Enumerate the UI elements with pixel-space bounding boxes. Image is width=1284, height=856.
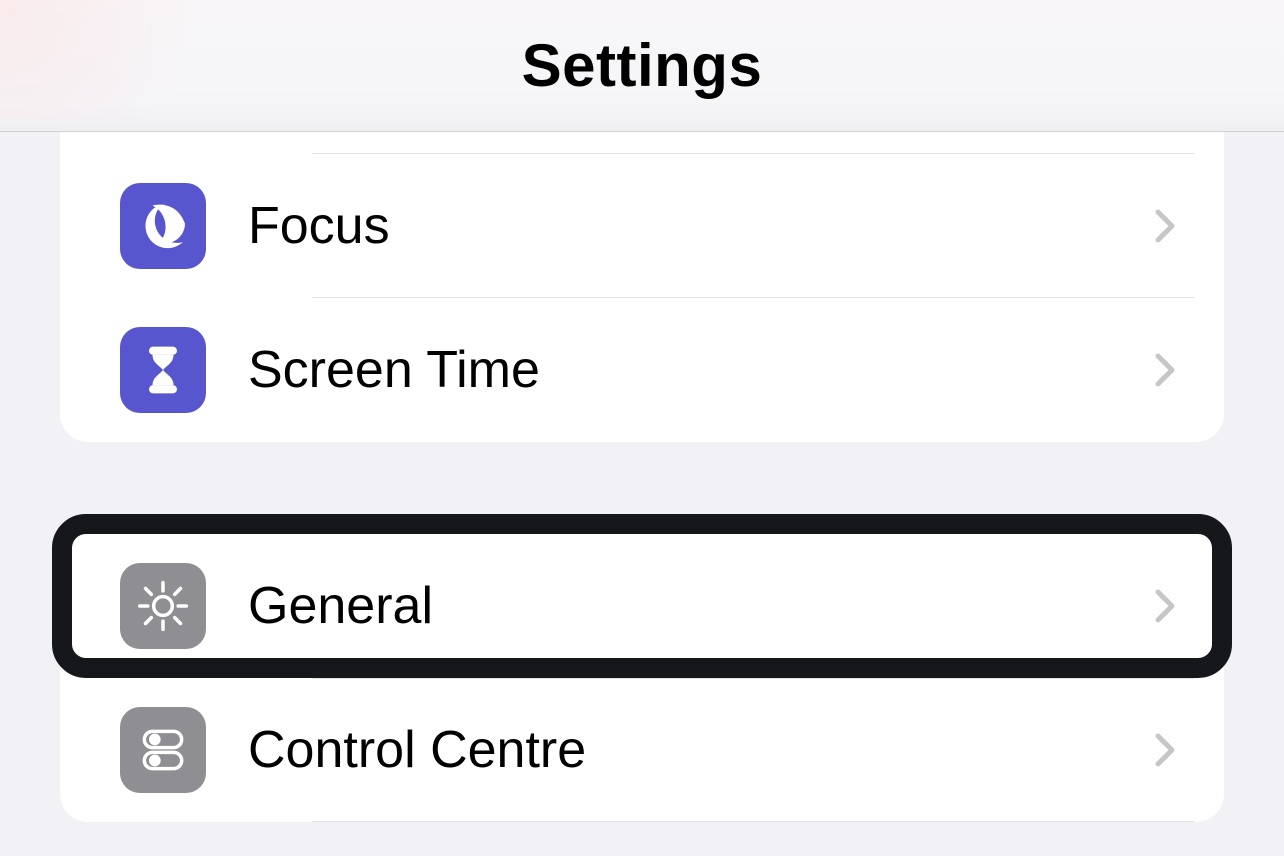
page-title: Settings: [522, 31, 763, 100]
row-divider: [312, 821, 1194, 822]
settings-row-focus[interactable]: Focus: [60, 154, 1224, 298]
row-label: Screen Time: [248, 340, 1144, 400]
settings-row-general[interactable]: General: [60, 534, 1224, 678]
chevron-right-icon: [1144, 206, 1184, 246]
settings-group-2: General Control Centre: [60, 534, 1224, 822]
toggles-icon: [120, 707, 206, 793]
hourglass-icon: [120, 327, 206, 413]
settings-content: Focus Screen Time: [0, 132, 1284, 856]
settings-header: Settings: [0, 0, 1284, 132]
chevron-right-icon: [1144, 350, 1184, 390]
settings-group-1: Focus Screen Time: [60, 132, 1224, 442]
row-divider: [312, 678, 1194, 679]
partial-row-top: [60, 132, 1224, 154]
gear-icon: [120, 563, 206, 649]
chevron-right-icon: [1144, 730, 1184, 770]
chevron-right-icon: [1144, 586, 1184, 626]
row-label: General: [248, 576, 1144, 636]
row-label: Focus: [248, 196, 1144, 256]
settings-row-screen-time[interactable]: Screen Time: [60, 298, 1224, 442]
settings-row-control-centre[interactable]: Control Centre: [60, 678, 1224, 822]
row-label: Control Centre: [248, 720, 1144, 780]
moon-icon: [120, 183, 206, 269]
